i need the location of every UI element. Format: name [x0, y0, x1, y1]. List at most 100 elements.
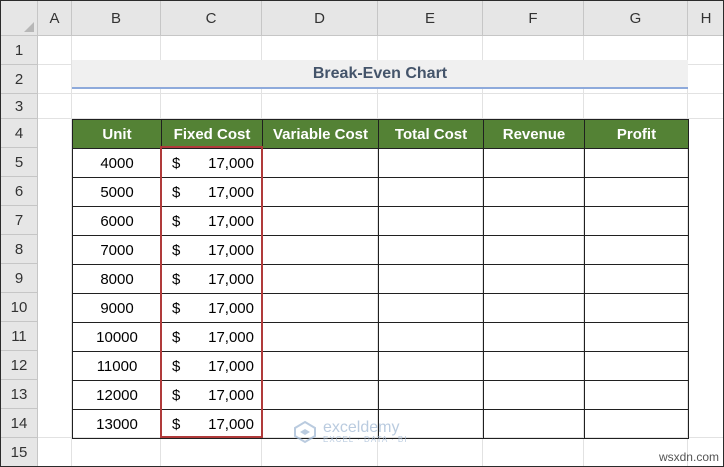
unit-cell[interactable]: 10000	[72, 322, 162, 352]
currency-value: $17,000	[162, 329, 262, 346]
revenue-cell[interactable]	[483, 235, 585, 265]
currency-value: $17,000	[162, 242, 262, 259]
unit-cell[interactable]: 5000	[72, 177, 162, 207]
variable-cost-cell[interactable]	[262, 322, 379, 352]
total-cost-cell[interactable]	[378, 177, 484, 207]
sheet-title[interactable]: Break-Even Chart	[72, 60, 688, 89]
unit-cell[interactable]: 9000	[72, 293, 162, 323]
unit-cell[interactable]: 12000	[72, 380, 162, 410]
variable-cost-cell[interactable]	[262, 293, 379, 323]
currency-symbol: $	[172, 328, 181, 346]
header-profit[interactable]: Profit	[584, 119, 689, 149]
row-header-14[interactable]: 14	[1, 409, 38, 438]
column-header-f[interactable]: F	[483, 1, 584, 36]
fixed-cost-cell[interactable]: $17,000	[161, 206, 263, 236]
unit-cell[interactable]: 13000	[72, 409, 162, 439]
column-header-h[interactable]: H	[688, 1, 723, 36]
fixed-cost-value: 17,000	[208, 328, 254, 346]
total-cost-cell[interactable]	[378, 235, 484, 265]
total-cost-cell[interactable]	[378, 351, 484, 381]
profit-cell[interactable]	[584, 206, 689, 236]
profit-cell[interactable]	[584, 322, 689, 352]
revenue-cell[interactable]	[483, 264, 585, 294]
revenue-cell[interactable]	[483, 409, 585, 439]
break-even-table: Unit Fixed Cost Variable Cost Total Cost…	[72, 119, 689, 439]
total-cost-cell[interactable]	[378, 148, 484, 178]
row-header-9[interactable]: 9	[1, 264, 38, 293]
profit-cell[interactable]	[584, 264, 689, 294]
variable-cost-cell[interactable]	[262, 380, 379, 410]
unit-cell[interactable]: 8000	[72, 264, 162, 294]
variable-cost-cell[interactable]	[262, 235, 379, 265]
unit-cell[interactable]: 7000	[72, 235, 162, 265]
row-header-6[interactable]: 6	[1, 177, 38, 206]
row-header-11[interactable]: 11	[1, 322, 38, 351]
fixed-cost-cell[interactable]: $17,000	[161, 409, 263, 439]
total-cost-cell[interactable]	[378, 264, 484, 294]
profit-cell[interactable]	[584, 177, 689, 207]
unit-cell[interactable]: 11000	[72, 351, 162, 381]
row-header-2[interactable]: 2	[1, 65, 38, 94]
currency-symbol: $	[172, 212, 181, 230]
select-all-corner[interactable]	[1, 1, 38, 36]
total-cost-cell[interactable]	[378, 380, 484, 410]
fixed-cost-cell[interactable]: $17,000	[161, 148, 263, 178]
variable-cost-cell[interactable]	[262, 177, 379, 207]
profit-cell[interactable]	[584, 293, 689, 323]
variable-cost-cell[interactable]	[262, 351, 379, 381]
fixed-cost-value: 17,000	[208, 299, 254, 317]
variable-cost-cell[interactable]	[262, 206, 379, 236]
fixed-cost-cell[interactable]: $17,000	[161, 293, 263, 323]
total-cost-cell[interactable]	[378, 206, 484, 236]
unit-cell[interactable]: 4000	[72, 148, 162, 178]
row-header-1[interactable]: 1	[1, 36, 38, 65]
fixed-cost-cell[interactable]: $17,000	[161, 235, 263, 265]
header-total-cost[interactable]: Total Cost	[378, 119, 484, 149]
revenue-cell[interactable]	[483, 177, 585, 207]
column-header-a[interactable]: A	[38, 1, 72, 36]
profit-cell[interactable]	[584, 380, 689, 410]
variable-cost-cell[interactable]	[262, 148, 379, 178]
column-header-d[interactable]: D	[262, 1, 378, 36]
fixed-cost-value: 17,000	[208, 415, 254, 433]
fixed-cost-cell[interactable]: $17,000	[161, 264, 263, 294]
unit-cell[interactable]: 6000	[72, 206, 162, 236]
revenue-cell[interactable]	[483, 322, 585, 352]
row-header-15[interactable]: 15	[1, 438, 38, 466]
revenue-cell[interactable]	[483, 206, 585, 236]
header-unit[interactable]: Unit	[72, 119, 162, 149]
revenue-cell[interactable]	[483, 148, 585, 178]
header-variable-cost[interactable]: Variable Cost	[262, 119, 379, 149]
row-header-8[interactable]: 8	[1, 235, 38, 264]
row-header-10[interactable]: 10	[1, 293, 38, 322]
header-fixed-cost[interactable]: Fixed Cost	[161, 119, 263, 149]
column-header-b[interactable]: B	[72, 1, 161, 36]
total-cost-cell[interactable]	[378, 293, 484, 323]
column-header-c[interactable]: C	[161, 1, 262, 36]
profit-cell[interactable]	[584, 409, 689, 439]
fixed-cost-cell[interactable]: $17,000	[161, 177, 263, 207]
fixed-cost-cell[interactable]: $17,000	[161, 380, 263, 410]
row-header-13[interactable]: 13	[1, 380, 38, 409]
row-header-3[interactable]: 3	[1, 94, 38, 119]
fixed-cost-cell[interactable]: $17,000	[161, 351, 263, 381]
header-revenue[interactable]: Revenue	[483, 119, 585, 149]
profit-cell[interactable]	[584, 148, 689, 178]
fixed-cost-cell[interactable]: $17,000	[161, 322, 263, 352]
variable-cost-cell[interactable]	[262, 264, 379, 294]
profit-cell[interactable]	[584, 235, 689, 265]
row-header-12[interactable]: 12	[1, 351, 38, 380]
currency-value: $17,000	[162, 387, 262, 404]
revenue-cell[interactable]	[483, 380, 585, 410]
row-header-7[interactable]: 7	[1, 206, 38, 235]
revenue-cell[interactable]	[483, 351, 585, 381]
total-cost-cell[interactable]	[378, 322, 484, 352]
column-header-e[interactable]: E	[378, 1, 483, 36]
profit-cell[interactable]	[584, 351, 689, 381]
currency-symbol: $	[172, 415, 181, 433]
row-header-5[interactable]: 5	[1, 148, 38, 177]
fixed-cost-value: 17,000	[208, 212, 254, 230]
column-header-g[interactable]: G	[584, 1, 688, 36]
row-header-4[interactable]: 4	[1, 119, 38, 148]
revenue-cell[interactable]	[483, 293, 585, 323]
